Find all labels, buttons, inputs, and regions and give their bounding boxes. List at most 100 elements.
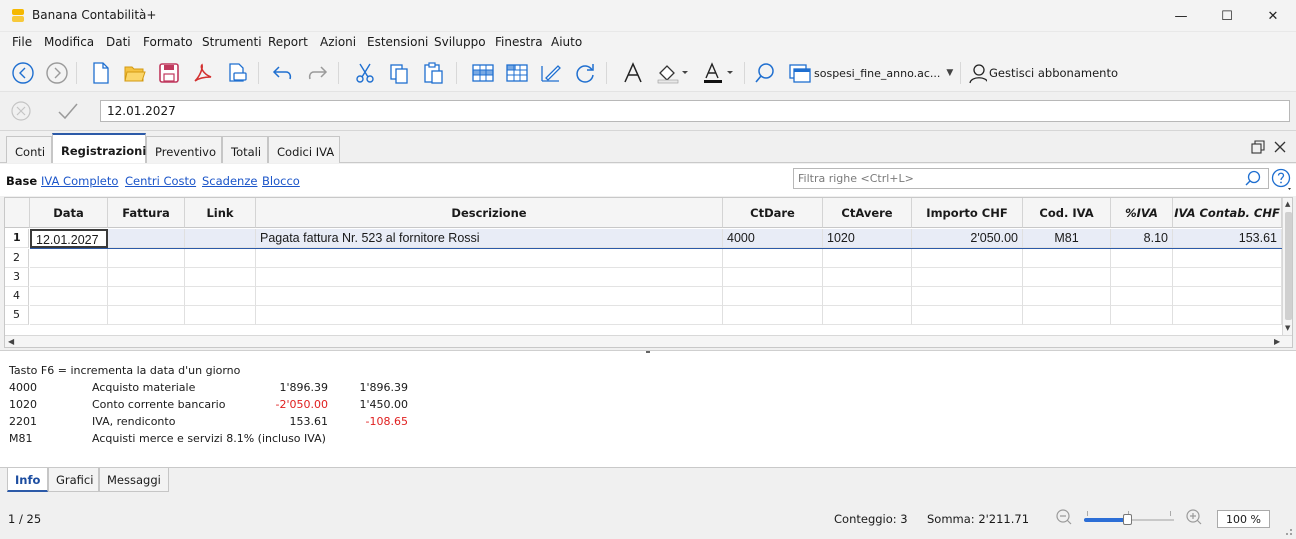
resize-grip-icon[interactable]	[1281, 524, 1293, 536]
minimize-button[interactable]: —	[1158, 0, 1204, 32]
cell-iva-contab-chf[interactable]	[1173, 268, 1282, 287]
tab-codici-iva[interactable]: Codici IVA	[268, 136, 340, 163]
font-button[interactable]	[620, 60, 646, 86]
cell-data[interactable]	[30, 268, 108, 287]
row-number[interactable]: 3	[5, 268, 29, 287]
scroll-left-icon[interactable]: ◀	[8, 337, 14, 346]
zoom-out-button[interactable]	[1054, 508, 1074, 531]
cell-iva-contab-chf[interactable]	[1173, 306, 1282, 325]
tab-totali[interactable]: Totali	[222, 136, 268, 163]
paste-button[interactable]	[420, 60, 446, 86]
cell-importo-chf[interactable]	[912, 287, 1023, 306]
row-number[interactable]: 1	[5, 229, 29, 248]
menu-report[interactable]: Report	[268, 35, 308, 49]
filter-rows-input[interactable]: Filtra righe <Ctrl+L>	[793, 168, 1269, 189]
cell-ctdare[interactable]	[723, 306, 823, 325]
cell-cod-iva[interactable]	[1023, 249, 1111, 268]
scroll-right-icon[interactable]: ▶	[1274, 337, 1280, 346]
view-centri-costo[interactable]: Centri Costo	[125, 174, 196, 188]
view-base[interactable]: Base	[6, 174, 37, 188]
close-panel-button[interactable]	[1272, 139, 1288, 158]
cancel-edit-button[interactable]	[10, 100, 32, 125]
cell-data[interactable]	[30, 249, 108, 268]
view-scadenze[interactable]: Scadenze	[202, 174, 257, 188]
menu-aiuto[interactable]: Aiuto	[551, 35, 582, 49]
cell-fattura[interactable]	[108, 268, 185, 287]
cell-iva-contab-chf[interactable]	[1173, 287, 1282, 306]
cell-fattura[interactable]	[108, 306, 185, 325]
menu-dati[interactable]: Dati	[106, 35, 131, 49]
vertical-scrollbar[interactable]: ▲ ▼	[1282, 198, 1292, 335]
cell-link[interactable]	[185, 249, 256, 268]
table-rows-button[interactable]	[504, 60, 530, 86]
row-number[interactable]: 4	[5, 287, 29, 306]
cell-iva-contab-chf[interactable]	[1173, 249, 1282, 268]
cell-descrizione[interactable]	[256, 249, 723, 268]
close-button[interactable]: ✕	[1250, 0, 1296, 32]
help-button[interactable]	[1270, 167, 1294, 194]
cell-importo-chf[interactable]	[912, 268, 1023, 287]
cell-ctavere[interactable]	[823, 287, 912, 306]
cell-ctavere[interactable]	[823, 306, 912, 325]
save-button[interactable]	[156, 60, 182, 86]
view-iva-completo[interactable]: IVA Completo	[41, 174, 118, 188]
cell-importo-chf[interactable]	[912, 249, 1023, 268]
menu-sviluppo[interactable]: Sviluppo	[434, 35, 486, 49]
cell-fattura[interactable]	[108, 287, 185, 306]
cell-link[interactable]	[185, 229, 256, 248]
cell-descrizione[interactable]	[256, 287, 723, 306]
cell-cod-iva[interactable]	[1023, 306, 1111, 325]
cell-importo-chf[interactable]: 2'050.00	[912, 229, 1023, 248]
fill-color-button[interactable]	[654, 60, 690, 86]
back-button[interactable]	[10, 60, 36, 86]
cell-ctdare[interactable]	[723, 268, 823, 287]
cell-link[interactable]	[185, 268, 256, 287]
menu-formato[interactable]: Formato	[143, 35, 193, 49]
recalculate-button[interactable]	[572, 60, 598, 86]
cell-fattura[interactable]	[108, 229, 185, 248]
column-header-descrizione[interactable]: Descrizione	[256, 198, 723, 228]
add-row-button[interactable]	[470, 60, 496, 86]
zoom-level[interactable]: 100 %	[1217, 510, 1270, 528]
undo-button[interactable]	[270, 60, 296, 86]
forward-button[interactable]	[44, 60, 70, 86]
menu-modifica[interactable]: Modifica	[44, 35, 94, 49]
cell-link[interactable]	[185, 287, 256, 306]
menu-azioni[interactable]: Azioni	[320, 35, 356, 49]
menu-strumenti[interactable]: Strumenti	[202, 35, 262, 49]
cell-cod-iva[interactable]: M81	[1023, 229, 1111, 248]
zoom-slider[interactable]	[1084, 511, 1174, 525]
column-header-percent-iva[interactable]: %IVA	[1111, 198, 1173, 228]
cell-link[interactable]	[185, 306, 256, 325]
cell-percent-iva[interactable]	[1111, 249, 1173, 268]
copy-button[interactable]	[386, 60, 412, 86]
cell-ctavere[interactable]	[823, 268, 912, 287]
tab-conti[interactable]: Conti	[6, 136, 52, 163]
cell-ctdare[interactable]: 4000	[723, 229, 823, 248]
tab-registrazioni[interactable]: Registrazioni	[52, 133, 146, 163]
text-color-button[interactable]	[700, 60, 736, 86]
manage-subscription-button[interactable]: Gestisci abbonamento	[968, 60, 1118, 86]
tab-grafici[interactable]: Grafici	[48, 468, 99, 492]
cell-ctavere[interactable]	[823, 249, 912, 268]
column-header-fattura[interactable]: Fattura	[108, 198, 185, 228]
menu-estensioni[interactable]: Estensioni	[367, 35, 428, 49]
column-header-importo-chf[interactable]: Importo CHF	[912, 198, 1023, 228]
column-header-cod-iva[interactable]: Cod. IVA	[1023, 198, 1111, 228]
confirm-edit-button[interactable]	[56, 100, 80, 125]
column-header-link[interactable]: Link	[185, 198, 256, 228]
cell-fattura[interactable]	[108, 249, 185, 268]
zoom-slider-thumb[interactable]	[1123, 514, 1133, 525]
cell-cod-iva[interactable]	[1023, 287, 1111, 306]
scroll-down-icon[interactable]: ▼	[1285, 324, 1290, 332]
redo-button[interactable]	[304, 60, 330, 86]
column-header-iva-contab-chf[interactable]: IVA Contab. CHF	[1173, 198, 1282, 228]
cell-editor-input[interactable]: 12.01.2027	[100, 100, 1290, 122]
open-file-button[interactable]	[122, 60, 148, 86]
pdf-button[interactable]	[190, 60, 216, 86]
zoom-in-button[interactable]	[1184, 508, 1204, 531]
vertical-scroll-thumb[interactable]	[1285, 212, 1292, 320]
new-file-button[interactable]	[88, 60, 114, 86]
menu-finestra[interactable]: Finestra	[495, 35, 543, 49]
cell-percent-iva[interactable]	[1111, 287, 1173, 306]
